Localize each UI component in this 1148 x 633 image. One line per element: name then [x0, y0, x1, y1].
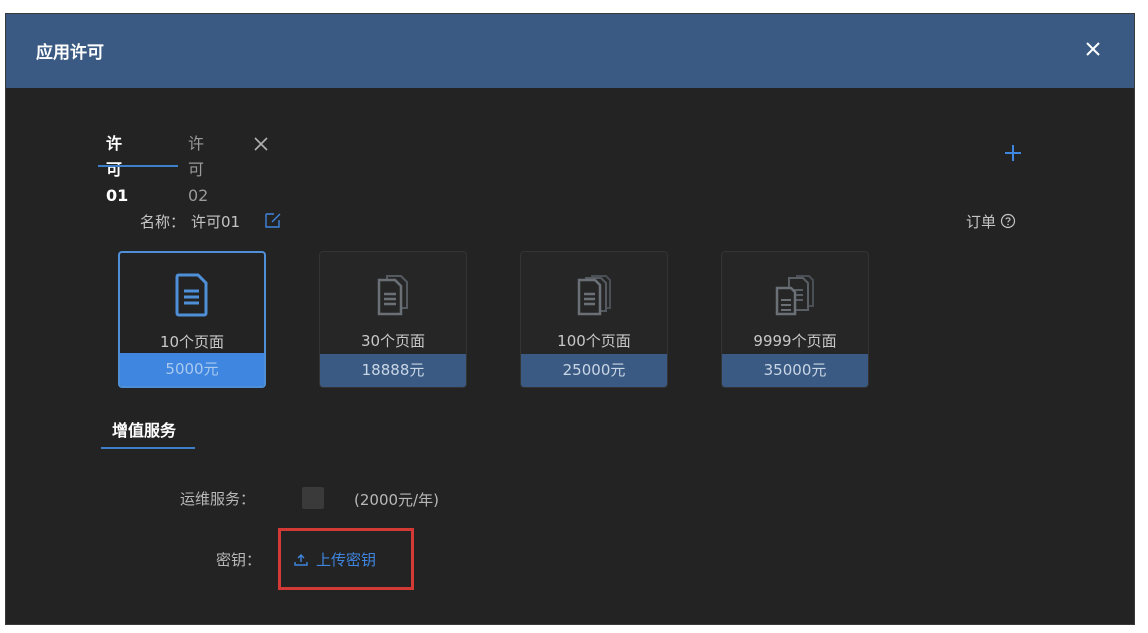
tab-license-02[interactable]: 许可02: [188, 131, 208, 205]
dialog-title: 应用许可: [36, 43, 104, 63]
plan-price: 35000元: [722, 354, 868, 387]
plan-price: 18888元: [320, 354, 466, 387]
name-value: 许可01: [191, 213, 241, 231]
plan-pages: 9999个页面: [753, 332, 837, 350]
documents-stack-icon: [577, 275, 611, 316]
ops-service-price: (2000元/年): [354, 491, 439, 509]
plan-card-9999-pages[interactable]: 9999个页面 35000元: [721, 251, 869, 388]
plan-pages: 30个页面: [360, 332, 426, 350]
upload-label: 上传密钥: [316, 551, 377, 569]
plan-card-10-pages[interactable]: 10个页面 5000元: [118, 251, 266, 388]
edit-icon[interactable]: [264, 211, 282, 229]
plan-pages: 10个页面: [159, 333, 225, 351]
name-row: 名称： 许可01: [140, 211, 281, 232]
close-icon: [1086, 42, 1100, 56]
license-dialog: 应用许可 许可01 许可02 名称： 许可01 订单 10个页面 5000元 3…: [5, 13, 1135, 625]
tab-license-01[interactable]: 许可01: [97, 131, 179, 205]
document-icon: [175, 273, 208, 317]
ops-service-checkbox[interactable]: [302, 487, 324, 509]
plan-card-30-pages[interactable]: 30个页面 18888元: [319, 251, 467, 388]
documents-icon: [377, 275, 408, 316]
plan-price: 25000元: [521, 354, 667, 387]
order-link[interactable]: 订单: [966, 211, 1016, 232]
help-circle-icon: [1000, 213, 1016, 229]
key-label: 密钥：: [216, 551, 262, 569]
close-button[interactable]: [1080, 36, 1106, 62]
plan-card-100-pages[interactable]: 100个页面 25000元: [520, 251, 668, 388]
dialog-header: 应用许可: [6, 14, 1134, 88]
plus-icon[interactable]: [1002, 142, 1024, 164]
order-label: 订单: [966, 213, 997, 231]
plan-pages: 100个页面: [557, 332, 631, 350]
value-added-title: 增值服务: [112, 421, 177, 440]
section-underline: [101, 447, 195, 449]
upload-key-button[interactable]: 上传密钥: [294, 549, 376, 570]
plan-price: 5000元: [120, 353, 264, 386]
upload-icon: [294, 554, 308, 566]
documents-multi-icon: [775, 275, 814, 316]
name-label: 名称：: [140, 213, 186, 231]
ops-service-label: 运维服务：: [180, 490, 256, 508]
close-icon[interactable]: [252, 135, 270, 153]
